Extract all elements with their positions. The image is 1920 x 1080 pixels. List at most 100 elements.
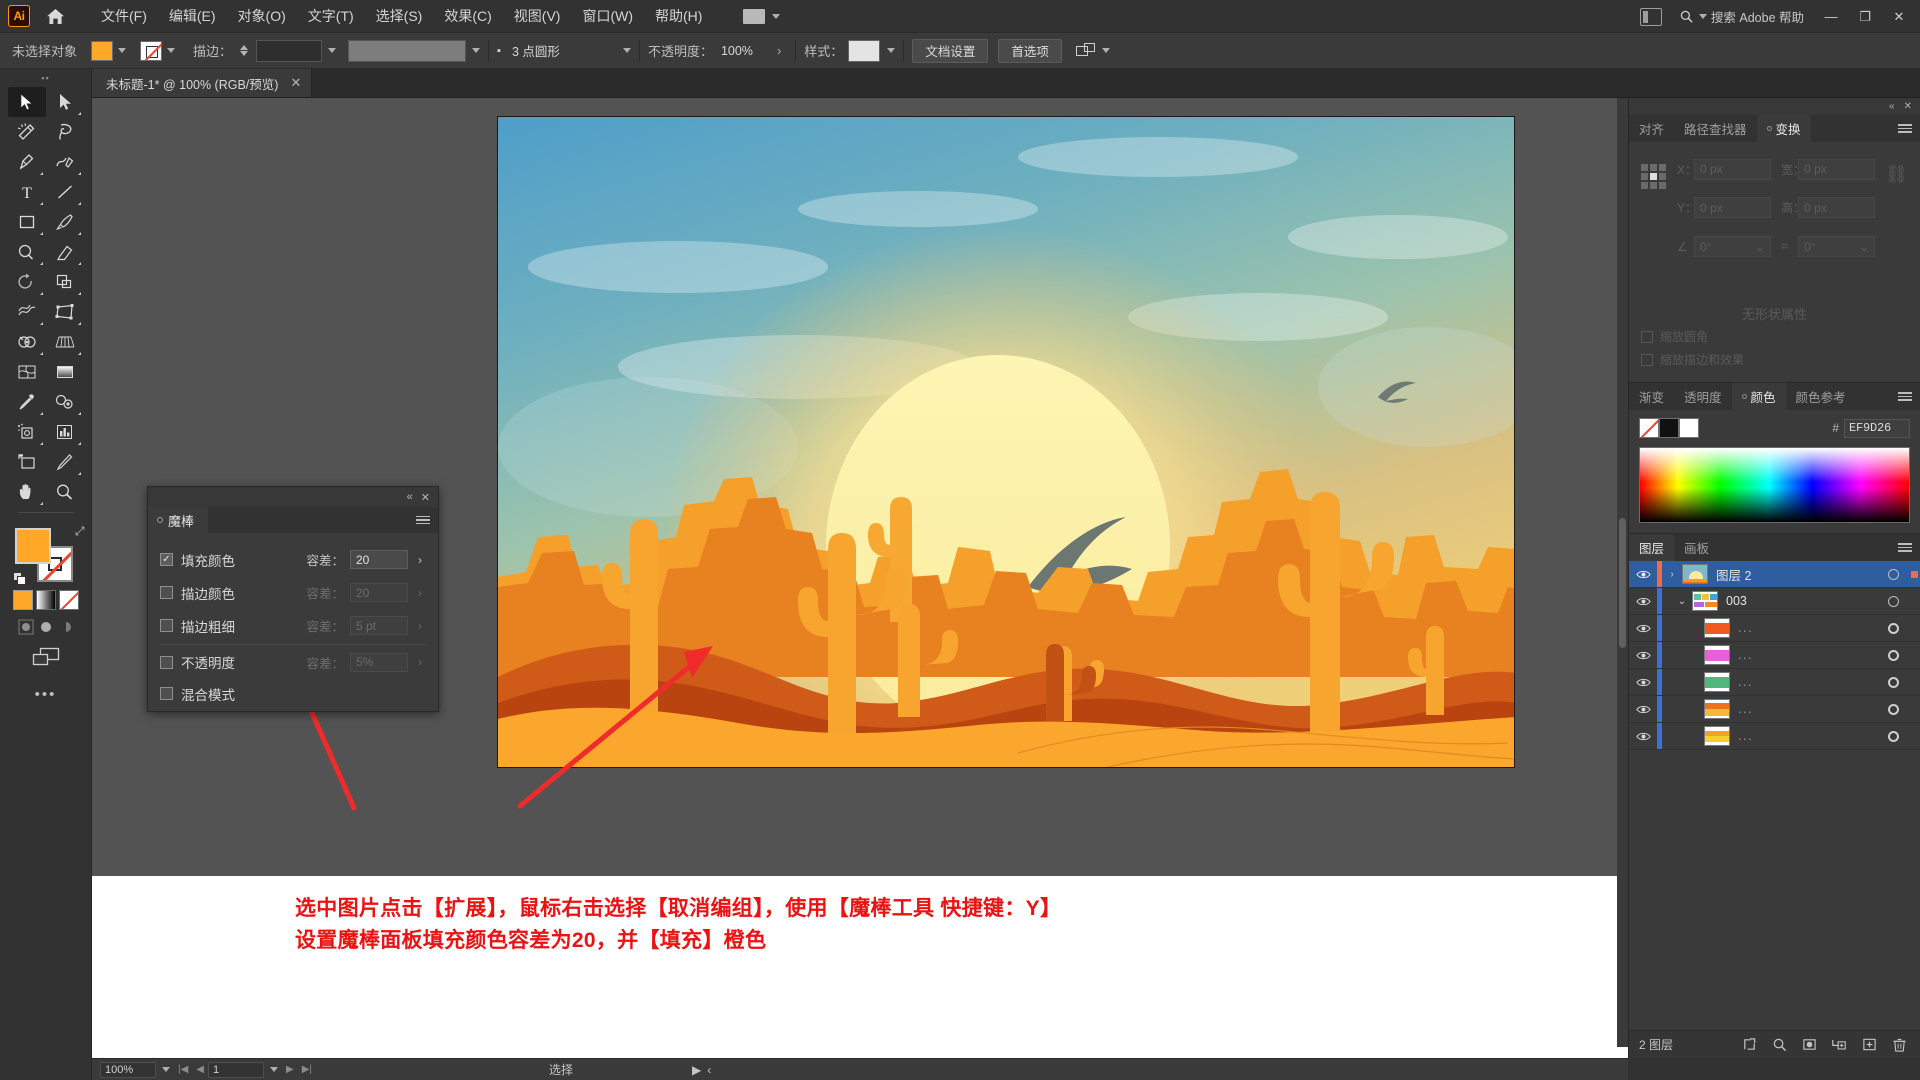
tab-magic-wand[interactable]: 魔棒 <box>148 507 209 533</box>
next-artboard-button[interactable]: ▶ <box>282 1064 298 1075</box>
eyedropper-tool[interactable] <box>8 387 46 417</box>
layer-name[interactable]: 003 <box>1726 594 1878 608</box>
wand-row-stroke-weight[interactable]: 描边粗细 容差： 5 pt › <box>160 609 426 642</box>
rotate-tool[interactable] <box>8 267 46 297</box>
fill-swatch-group[interactable] <box>91 40 127 61</box>
scale-strokes-option[interactable]: 缩放描边和效果 <box>1641 351 1744 368</box>
menu-item-file[interactable]: 文件(F) <box>90 2 158 30</box>
panel-menu-button[interactable] <box>1898 534 1920 561</box>
gradient-mode-button[interactable] <box>35 590 56 610</box>
home-icon[interactable] <box>40 0 70 33</box>
paintbrush-tool[interactable] <box>46 207 84 237</box>
menu-item-object[interactable]: 对象(O) <box>227 2 297 30</box>
layer-name[interactable]: ... <box>1738 702 1878 716</box>
stroke-swatch-group[interactable] <box>140 40 176 61</box>
y-input[interactable]: 0 px <box>1694 197 1772 219</box>
last-artboard-button[interactable]: ▶| <box>298 1064 316 1075</box>
document-setup-button[interactable]: 文档设置 <box>912 38 989 63</box>
zoom-level-field[interactable]: 100% <box>100 1061 156 1078</box>
swap-fill-stroke-icon[interactable]: ⤢ <box>75 524 85 539</box>
menu-item-view[interactable]: 视图(V) <box>503 2 572 30</box>
layer-row-sub-5[interactable]: ... <box>1629 723 1920 750</box>
layers-list[interactable]: › 图层 2 ⌄ 003 ... ... ... ... ... <box>1629 561 1920 1030</box>
chevron-down-icon[interactable] <box>887 48 896 53</box>
color-spectrum-ramp[interactable] <box>1639 447 1910 523</box>
panel-menu-button[interactable] <box>1898 383 1920 410</box>
menu-item-window[interactable]: 窗口(W) <box>571 2 644 30</box>
curvature-tool[interactable] <box>46 147 84 177</box>
target-indicator[interactable] <box>1878 676 1908 688</box>
scale-corners-option[interactable]: 缩放圆角 <box>1641 328 1744 345</box>
make-clipping-mask-button[interactable] <box>1794 1031 1824 1059</box>
target-indicator[interactable] <box>1878 595 1908 607</box>
stroke-color-checkbox[interactable] <box>160 586 173 599</box>
tab-transparency[interactable]: 透明度 <box>1674 383 1732 410</box>
free-transform-tool[interactable] <box>46 297 84 327</box>
scale-strokes-checkbox[interactable] <box>1641 353 1653 366</box>
wand-row-opacity[interactable]: 不透明度 容差： 5% › <box>160 644 426 677</box>
scale-corners-checkbox[interactable] <box>1641 330 1653 343</box>
constrain-proportions-icon[interactable]: ⛓ <box>1885 164 1908 264</box>
selection-tool[interactable] <box>7 87 46 117</box>
scale-tool[interactable] <box>46 267 84 297</box>
visibility-toggle[interactable] <box>1629 650 1657 661</box>
tab-transform[interactable]: 变换 <box>1756 115 1811 142</box>
wand-row-stroke-color[interactable]: 描边颜色 容差： 20 › <box>160 576 426 609</box>
tab-align[interactable]: 对齐 <box>1629 115 1674 142</box>
status-collapse-arrow[interactable]: ‹ <box>707 1063 711 1077</box>
tab-layers[interactable]: 图层 <box>1629 534 1675 561</box>
target-indicator[interactable] <box>1878 622 1908 634</box>
close-button[interactable]: ✕ <box>1884 0 1914 33</box>
fill-tolerance-expand-icon[interactable]: › <box>414 553 426 567</box>
screen-mode-button[interactable] <box>32 647 60 672</box>
zoom-dropdown-icon[interactable] <box>156 1067 174 1072</box>
visibility-toggle[interactable] <box>1629 623 1657 634</box>
layer-name[interactable]: ... <box>1738 729 1878 743</box>
tab-color-guide[interactable]: 颜色参考 <box>1786 383 1856 410</box>
shaper-tool[interactable] <box>8 237 46 267</box>
layer-name[interactable]: ... <box>1738 648 1878 662</box>
target-indicator[interactable] <box>1878 568 1908 580</box>
eraser-tool[interactable] <box>46 237 84 267</box>
tab-artboards[interactable]: 画板 <box>1674 534 1719 561</box>
opacity-checkbox[interactable] <box>160 655 173 669</box>
layer-row-sub-3[interactable]: ... <box>1629 669 1920 696</box>
collapse-icon[interactable]: « <box>407 491 413 503</box>
transform-shear[interactable]: ⌗ 0° ⌄ <box>1781 229 1876 264</box>
line-segment-tool[interactable] <box>46 177 84 207</box>
restore-button[interactable]: ❐ <box>1850 0 1880 33</box>
panel-title-bar[interactable]: « ✕ <box>148 487 438 507</box>
layer-row-sub-2[interactable]: ... <box>1629 642 1920 669</box>
status-indicator[interactable]: 选择 ▶ ‹ <box>436 1061 1628 1078</box>
menu-item-type[interactable]: 文字(T) <box>297 2 365 30</box>
search-layer-button[interactable] <box>1764 1031 1794 1059</box>
slice-tool[interactable] <box>46 447 84 477</box>
opacity-field[interactable]: 100% <box>714 39 769 62</box>
visibility-toggle[interactable] <box>1629 569 1657 580</box>
transform-width[interactable]: 宽： 0 px <box>1781 152 1876 187</box>
toolbar-drag-handle[interactable]: ▪▪ <box>0 69 91 87</box>
transform-x[interactable]: X： 0 px <box>1677 152 1772 187</box>
hex-input-group[interactable]: # EF9D26 <box>1832 418 1910 438</box>
fill-color-swatch[interactable] <box>91 40 114 61</box>
document-tab[interactable]: 未标题-1* @ 100% (RGB/预览) ✕ <box>92 69 313 97</box>
panel-title-bar[interactable]: « ✕ <box>1629 98 1920 115</box>
stroke-color-swatch[interactable] <box>140 40 163 61</box>
artboard-dropdown-icon[interactable] <box>264 1067 282 1072</box>
perspective-grid-tool[interactable] <box>46 327 84 357</box>
color-mode-button[interactable] <box>12 590 33 610</box>
draw-inside-icon[interactable] <box>58 619 74 635</box>
layer-row-sub-1[interactable]: ... <box>1629 615 1920 642</box>
artboard-tool[interactable] <box>8 447 46 477</box>
target-indicator[interactable] <box>1878 730 1908 742</box>
width-tool[interactable] <box>8 297 46 327</box>
transform-rotate[interactable]: ∠ 0° ⌄ <box>1677 229 1772 264</box>
panel-menu-button[interactable] <box>1898 115 1920 142</box>
shape-builder-tool[interactable] <box>8 327 46 357</box>
none-mode-button[interactable] <box>58 590 79 610</box>
layer-row-layer-2[interactable]: › 图层 2 <box>1629 561 1920 588</box>
layer-name[interactable]: ... <box>1738 675 1878 689</box>
first-artboard-button[interactable]: |◀ <box>174 1064 192 1075</box>
layer-name[interactable]: 图层 2 <box>1716 565 1878 584</box>
menu-item-help[interactable]: 帮助(H) <box>644 2 713 30</box>
